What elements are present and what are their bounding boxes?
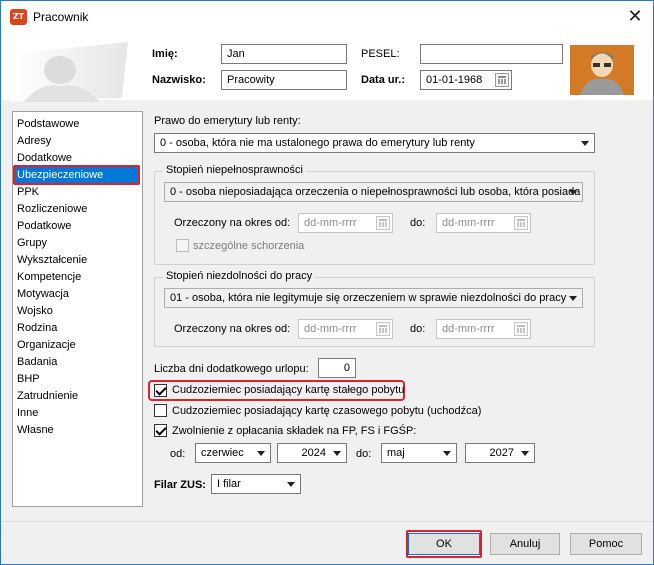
chevron-down-icon xyxy=(581,141,589,146)
to-year-value: 2027 xyxy=(489,447,514,459)
last-name-input[interactable]: Pracowity xyxy=(221,70,347,90)
special-conditions-checkbox[interactable] xyxy=(176,239,189,252)
calendar-icon[interactable] xyxy=(376,322,390,336)
extra-leave-label: Liczba dni dodatkowego urlopu: xyxy=(154,363,309,375)
sidebar-item-inne[interactable]: Inne xyxy=(13,405,142,422)
chevron-down-icon xyxy=(569,296,577,301)
first-name-input[interactable]: Jan xyxy=(221,44,347,64)
incapacity-select-value: 01 - osoba, która nie legitymuje się orz… xyxy=(170,292,567,304)
sidebar-item-wyksztalcenie[interactable]: Wykształcenie xyxy=(13,252,142,269)
person-silhouette-icon xyxy=(10,42,128,102)
special-conditions-label: szczególne schorzenia xyxy=(193,240,305,252)
exemption-label: Zwolnienie z opłacania składek na FP, FS… xyxy=(172,425,417,437)
exemption-from-label: od: xyxy=(170,448,186,460)
sidebar-item-podstawowe[interactable]: Podstawowe xyxy=(13,116,142,133)
sidebar-item-wlasne[interactable]: Własne xyxy=(13,422,142,439)
chevron-down-icon xyxy=(443,451,451,456)
to-month-value: maj xyxy=(387,447,405,459)
sidebar-item-rodzina[interactable]: Rodzina xyxy=(13,320,142,337)
help-button[interactable]: Pomoc xyxy=(570,533,642,555)
sidebar-item-bhp[interactable]: BHP xyxy=(13,371,142,388)
foreigner-permanent-checkbox[interactable] xyxy=(154,384,167,397)
chevron-down-icon xyxy=(569,190,577,195)
disability-period-label: Orzeczony na okres od: xyxy=(174,217,291,229)
avatar xyxy=(570,45,634,95)
pesel-label: PESEL: xyxy=(361,48,400,60)
foreigner-temporary-label: Cudzoziemiec posiadający kartę czasowego… xyxy=(172,405,482,417)
sidebar-item-grupy[interactable]: Grupy xyxy=(13,235,142,252)
birth-date-label: Data ur.: xyxy=(361,74,406,86)
ok-highlight xyxy=(406,530,482,558)
pension-select-value: 0 - osoba, która nie ma ustalonego prawa… xyxy=(160,137,475,149)
incapacity-to-label: do: xyxy=(410,323,426,335)
sidebar-item-organizacje[interactable]: Organizacje xyxy=(13,337,142,354)
to-month-select[interactable]: maj xyxy=(381,443,457,463)
chevron-down-icon xyxy=(521,451,529,456)
foreigner-temporary-checkbox[interactable] xyxy=(154,404,167,417)
zus-pillar-label: Filar ZUS: xyxy=(154,479,206,491)
chevron-down-icon xyxy=(333,451,341,456)
disability-group-title: Stopień niepełnosprawności xyxy=(163,164,306,176)
incapacity-select[interactable]: 01 - osoba, która nie legitymuje się orz… xyxy=(164,288,583,308)
foreigner-permanent-label: Cudzoziemiec posiadający kartę stałego p… xyxy=(172,384,405,396)
sidebar-item-wojsko[interactable]: Wojsko xyxy=(13,303,142,320)
sidebar-item-badania[interactable]: Badania xyxy=(13,354,142,371)
chevron-down-icon xyxy=(287,482,295,487)
calendar-icon[interactable] xyxy=(514,216,528,230)
first-name-label: Imię: xyxy=(152,48,178,60)
to-year-input[interactable]: 2027 xyxy=(465,443,535,463)
pension-label: Prawo do emerytury lub renty: xyxy=(154,115,301,127)
sidebar-item-podatkowe[interactable]: Podatkowe xyxy=(13,218,142,235)
extra-leave-input[interactable]: 0 xyxy=(318,358,356,378)
window-title: Pracownik xyxy=(33,10,89,24)
title-bar: ZT Pracownik ✕ xyxy=(1,1,653,32)
sidebar-item-kompetencje[interactable]: Kompetencje xyxy=(13,269,142,286)
disability-to-label: do: xyxy=(410,217,426,229)
last-name-label: Nazwisko: xyxy=(152,74,206,86)
cancel-button[interactable]: Anuluj xyxy=(490,533,560,555)
pesel-input[interactable] xyxy=(420,44,563,64)
incapacity-group-title: Stopień niezdolności do pracy xyxy=(163,270,316,282)
zus-pillar-value: I filar xyxy=(217,478,241,490)
exemption-checkbox[interactable] xyxy=(154,424,167,437)
sidebar-item-ppk[interactable]: PPK xyxy=(13,184,142,201)
calendar-icon[interactable] xyxy=(495,73,509,87)
calendar-icon[interactable] xyxy=(514,322,528,336)
disability-select[interactable]: 0 - osoba nieposiadająca orzeczenia o ni… xyxy=(164,182,583,202)
incapacity-period-label: Orzeczony na okres od: xyxy=(174,323,291,335)
from-year-input[interactable]: 2024 xyxy=(277,443,347,463)
selection-highlight xyxy=(13,165,140,185)
app-icon: ZT xyxy=(10,9,27,25)
sidebar-item-motywacja[interactable]: Motywacja xyxy=(13,286,142,303)
calendar-icon[interactable] xyxy=(376,216,390,230)
disability-select-value: 0 - osoba nieposiadająca orzeczenia o ni… xyxy=(170,186,581,198)
sidebar-item-zatrudnienie[interactable]: Zatrudnienie xyxy=(13,388,142,405)
pension-select[interactable]: 0 - osoba, która nie ma ustalonego prawa… xyxy=(154,133,595,153)
from-month-select[interactable]: czerwiec xyxy=(195,443,271,463)
from-month-value: czerwiec xyxy=(201,447,244,459)
zus-pillar-select[interactable]: I filar xyxy=(211,474,301,494)
from-year-value: 2024 xyxy=(301,447,326,459)
sidebar-item-rozliczeniowe[interactable]: Rozliczeniowe xyxy=(13,201,142,218)
sidebar-item-adresy[interactable]: Adresy xyxy=(13,133,142,150)
exemption-to-label: do: xyxy=(356,448,372,460)
close-icon[interactable]: ✕ xyxy=(618,2,652,31)
chevron-down-icon xyxy=(257,451,265,456)
employee-dialog: ZT Pracownik ✕ Imię: Jan PESEL: Nazwisko… xyxy=(0,0,654,565)
